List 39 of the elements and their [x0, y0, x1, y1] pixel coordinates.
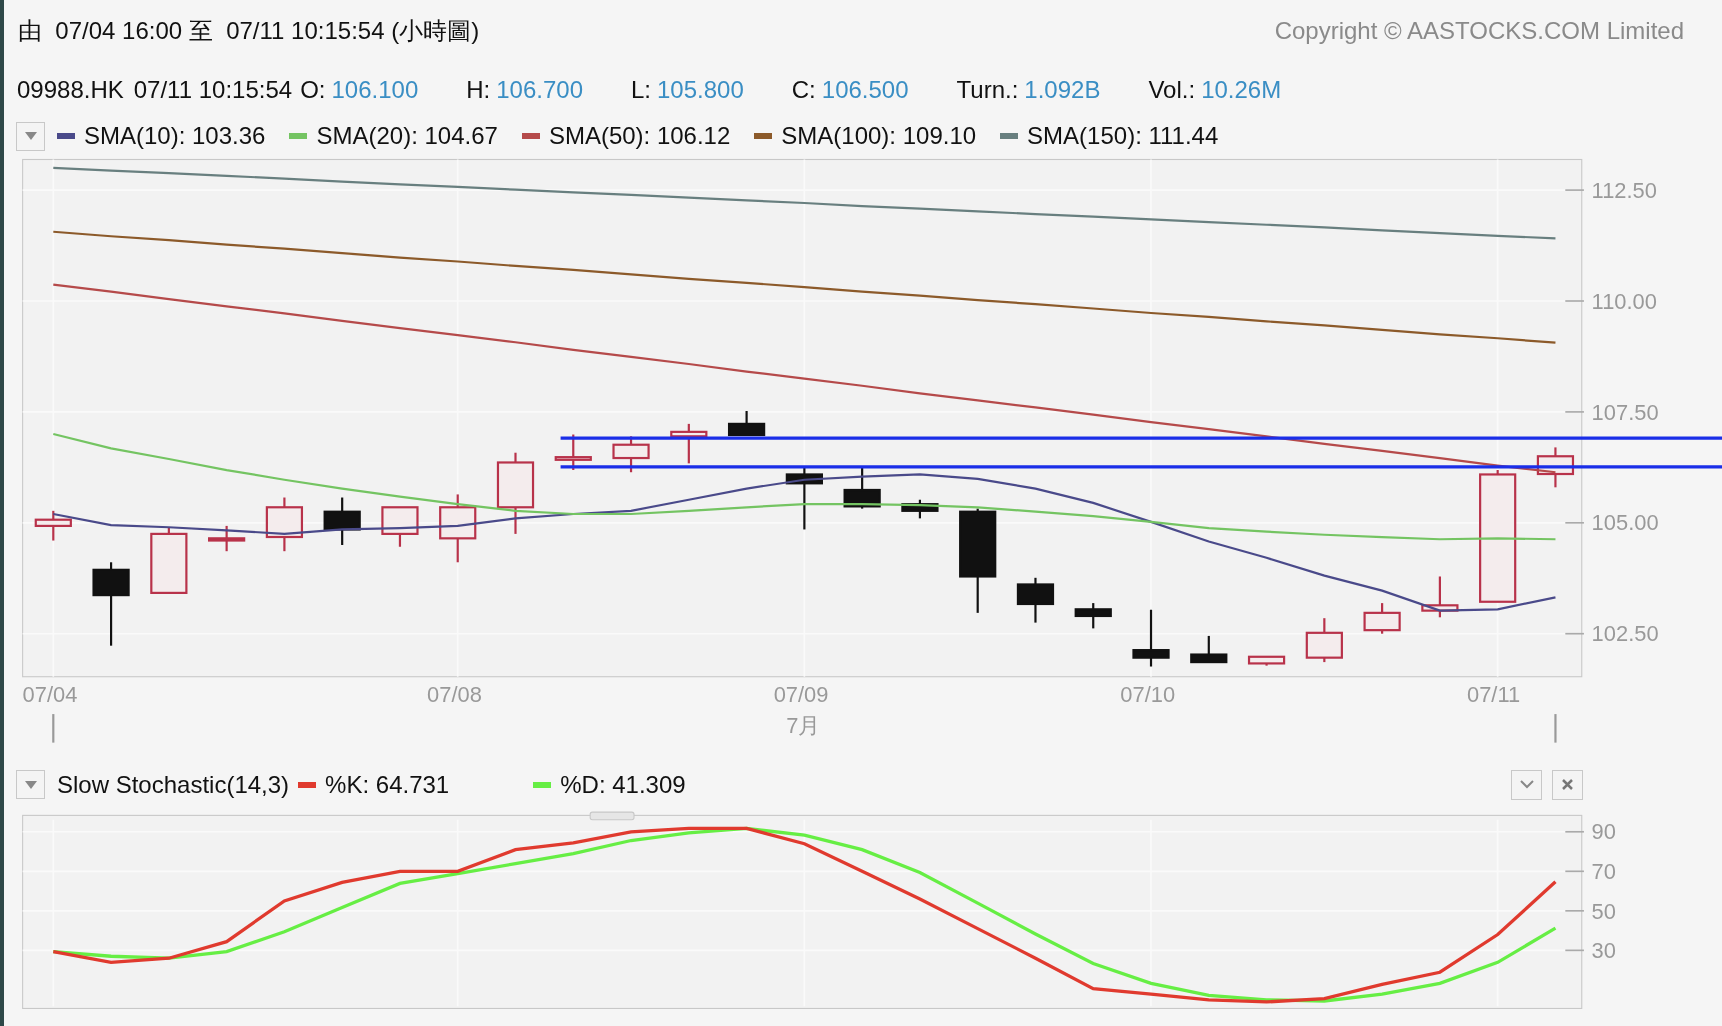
- indicator-title: Slow Stochastic(14,3): [57, 769, 290, 800]
- legend-label: SMA(50): 106.12: [548, 121, 731, 151]
- quote-value: 10.26M: [1201, 75, 1282, 105]
- stock-symbol: 09988.HK: [17, 75, 124, 105]
- axis-label: 07/04: [22, 681, 78, 707]
- quote-time: 07/11 10:15:54: [133, 75, 293, 105]
- quote-label: Turn.:: [956, 75, 1019, 105]
- legend-label: SMA(100): 109.10: [781, 121, 977, 151]
- axis-label: 110.00: [1591, 288, 1657, 314]
- quote-value: 105.800: [657, 75, 744, 105]
- axis-label: 105.00: [1591, 510, 1659, 536]
- legend-label: %K: 64.731: [325, 769, 450, 800]
- axis-label: 07/11: [1467, 681, 1521, 707]
- axis-label: 30: [1591, 938, 1616, 964]
- axis-label: 07/08: [427, 681, 482, 707]
- legend-label: SMA(10): 103.36: [84, 121, 266, 151]
- quote-label: O:: [300, 75, 326, 105]
- axis-label: 50: [1591, 898, 1616, 924]
- axis-title: 7月: [786, 712, 821, 738]
- axis-label: 07/09: [773, 681, 829, 707]
- chart-title: 由 07/04 16:00 至 07/11 10:15:54 (小時圖): [18, 16, 480, 46]
- axis-label: 107.50: [1591, 399, 1659, 425]
- axis-label: 112.50: [1591, 177, 1657, 203]
- axis-label: 70: [1591, 859, 1616, 884]
- legend-label: SMA(20): 104.67: [316, 121, 498, 151]
- quote-label: Vol.:: [1148, 75, 1196, 105]
- quote-value: 106.500: [821, 75, 909, 105]
- axis-label: 90: [1591, 819, 1616, 845]
- quote-label: C:: [791, 75, 816, 105]
- axis-label: 102.50: [1591, 621, 1659, 647]
- copyright-text: Copyright © AASTOCKS.COM Limited: [1274, 16, 1684, 46]
- quote-value: 1.092B: [1024, 75, 1101, 105]
- legend-label: %D: 41.309: [560, 769, 686, 800]
- legend-label: SMA(150): 111.44: [1027, 121, 1219, 151]
- quote-value: 106.100: [331, 75, 419, 105]
- axis-label: 07/10: [1120, 681, 1176, 707]
- quote-label: L:: [631, 75, 651, 105]
- quote-label: H:: [466, 75, 491, 105]
- quote-value: 106.700: [496, 75, 583, 105]
